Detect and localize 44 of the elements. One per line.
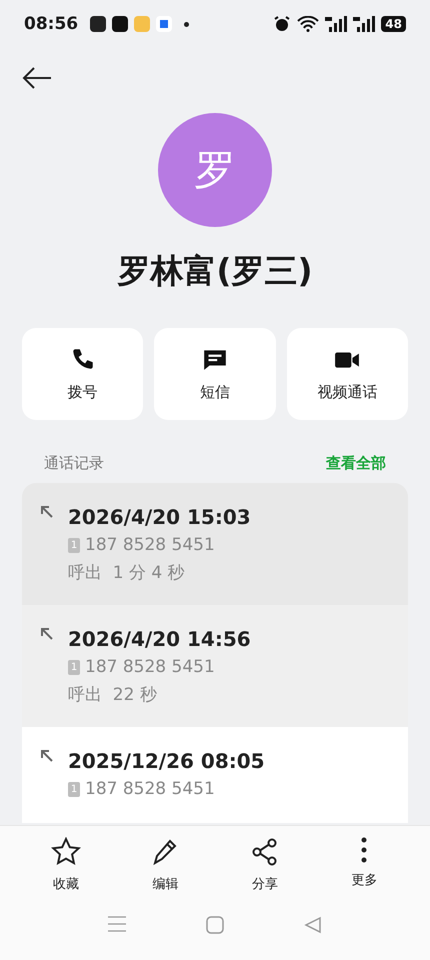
clock-time: 08:56 [24, 14, 78, 34]
outgoing-call-icon [40, 749, 54, 763]
toolbar-button[interactable]: 收藏 [26, 836, 106, 894]
call-datetime: 2026/4/20 15:03 [68, 505, 251, 529]
phone-number: 187 8528 5451 [85, 535, 215, 555]
back-icon[interactable] [22, 67, 52, 89]
notification-dot-icon [184, 22, 190, 26]
contact-avatar: 罗 [158, 113, 272, 227]
app-icon [90, 16, 106, 32]
app-icon [112, 16, 128, 32]
menu-icon[interactable] [108, 916, 126, 932]
action-button[interactable]: 短信 [154, 328, 276, 420]
sim-badge: 1 [68, 782, 80, 796]
phone-number: 187 8528 5451 [85, 779, 215, 799]
star-icon [50, 837, 81, 867]
app-icon [156, 16, 172, 32]
home-icon[interactable] [206, 916, 224, 934]
app-icon [134, 16, 150, 32]
call-log-entry[interactable]: 2026/4/20 14:56 1 187 8528 5451 呼出 22 秒 [22, 605, 408, 727]
action-button[interactable]: 视频通话 [286, 328, 408, 420]
call-datetime: 2025/12/26 08:05 [68, 749, 265, 773]
contact-name: 罗林富(罗三) [116, 250, 314, 292]
call-log-entry[interactable]: 2025/12/26 08:05 1 187 8528 5451 [22, 727, 408, 823]
action-button[interactable]: 拨号 [22, 328, 144, 420]
signal-icon [353, 16, 376, 32]
call-datetime: 2026/4/20 14:56 [68, 627, 251, 651]
call-detail: 呼出 22 秒 [68, 684, 158, 706]
toolbar-button[interactable]: 更多 [324, 836, 404, 894]
call-detail: 呼出 1 分 4 秒 [68, 562, 186, 584]
battery-level: 48 [381, 16, 406, 32]
section-title: 通话记录 [44, 454, 104, 473]
wifi-icon [297, 16, 320, 32]
toolbar-button[interactable]: 编辑 [125, 836, 206, 894]
call-log-entry[interactable]: 2026/4/20 15:03 1 187 8528 5451 呼出 1 分 4 秒 [22, 483, 408, 605]
more-icon [361, 837, 368, 863]
outgoing-call-icon [40, 505, 54, 519]
alarm-icon [273, 15, 292, 33]
sim-badge: 1 [68, 660, 80, 674]
back-triangle-icon[interactable] [304, 916, 322, 934]
phone-number: 187 8528 5451 [85, 657, 215, 677]
signal-icon [325, 16, 348, 32]
toolbar-button[interactable]: 分享 [224, 836, 305, 894]
outgoing-call-icon [40, 627, 54, 641]
sim-badge: 1 [68, 538, 80, 552]
